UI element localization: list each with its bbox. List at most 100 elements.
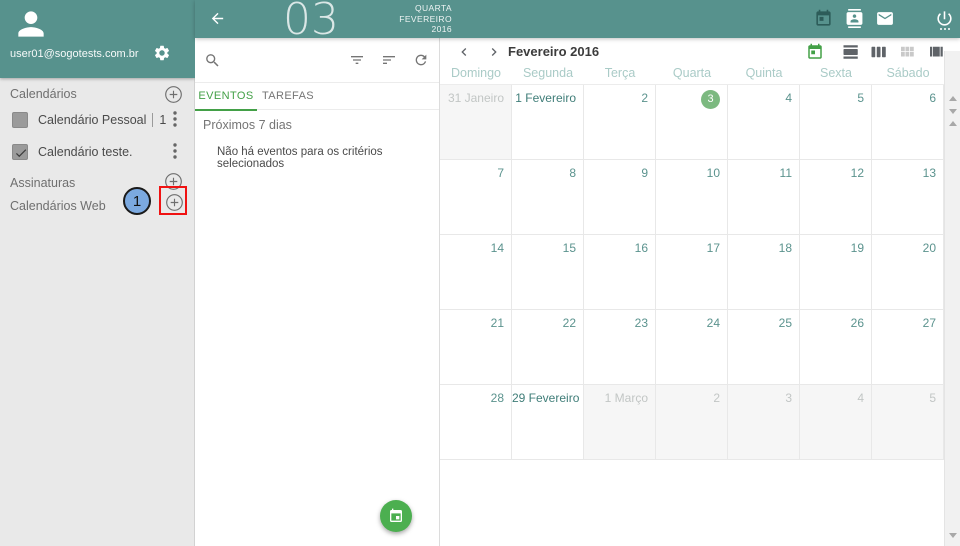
calendar-day-cell[interactable]: 13 xyxy=(872,160,944,235)
calendar-day-cell[interactable]: 5 xyxy=(800,85,872,160)
calendar-day-cell[interactable]: 3 xyxy=(728,385,800,460)
web-calendars-section-label: Calendários Web xyxy=(10,199,106,213)
mail-module-icon[interactable] xyxy=(875,9,895,33)
refresh-icon[interactable] xyxy=(413,52,429,73)
week-view-icon[interactable] xyxy=(870,43,888,66)
day-view-icon[interactable] xyxy=(842,43,860,66)
back-arrow-button[interactable] xyxy=(209,10,226,32)
calendar-day-cell[interactable]: 28 xyxy=(440,385,512,460)
calendar-day-cell[interactable]: 10 xyxy=(656,160,728,235)
scroll-down-icon[interactable] xyxy=(949,109,957,114)
date-label: 4 xyxy=(785,91,792,105)
calendar-month-panel: Fevereiro 2016 DomingoSegundaTerçaQuarta… xyxy=(440,38,960,546)
date-label: 10 xyxy=(707,166,720,180)
annotation-step-marker: 1 xyxy=(123,187,151,215)
weekday-header: Sexta xyxy=(800,66,872,84)
logout-power-icon[interactable] xyxy=(935,9,954,33)
calendar-day-cell[interactable]: 25 xyxy=(728,310,800,385)
calendar-day-cell[interactable]: 4 xyxy=(728,85,800,160)
calendar-scrollbar[interactable] xyxy=(944,51,960,546)
date-label: 1 Fevereiro xyxy=(515,91,576,105)
multicolumn-view-icon[interactable] xyxy=(927,43,945,66)
calendar-day-cell[interactable]: 3 xyxy=(656,85,728,160)
date-label: 19 xyxy=(851,241,864,255)
calendar-color-checkbox-checked[interactable] xyxy=(12,144,28,160)
calendar-day-cell[interactable]: 20 xyxy=(872,235,944,310)
settings-gear-icon[interactable] xyxy=(153,44,171,67)
contacts-module-icon[interactable] xyxy=(845,9,864,33)
calendar-day-cell[interactable]: 2 xyxy=(584,85,656,160)
calendar-list-item[interactable]: Calendário teste. xyxy=(0,142,195,172)
header-year: 2016 xyxy=(390,24,452,35)
today-view-icon[interactable] xyxy=(806,43,824,66)
calendar-day-cell[interactable]: 24 xyxy=(656,310,728,385)
tab-tarefas[interactable]: TAREFAS xyxy=(257,83,319,110)
web-calendars-section: Calendários Web xyxy=(0,196,195,218)
calendar-week-row: 78 9 10 111213 xyxy=(440,160,944,235)
calendar-day-cell[interactable]: 6 xyxy=(872,85,944,160)
annotation-step-number: 1 xyxy=(133,193,141,210)
date-label: 20 xyxy=(923,241,936,255)
sort-icon[interactable] xyxy=(381,52,397,73)
calendar-list-item[interactable]: Calendário Pessoal1 xyxy=(0,110,195,140)
calendar-day-cell[interactable]: 18 xyxy=(728,235,800,310)
calendar-day-cell[interactable]: 22 xyxy=(512,310,584,385)
date-label: 9 xyxy=(641,166,648,180)
calendar-day-cell[interactable]: 1 Fevereiro xyxy=(512,85,584,160)
list-subheader: Próximos 7 dias xyxy=(203,118,292,132)
add-web-calendar-button[interactable] xyxy=(165,193,184,217)
next-month-button[interactable] xyxy=(486,44,502,65)
calendar-day-cell[interactable]: 14 xyxy=(440,235,512,310)
previous-month-button[interactable] xyxy=(456,44,472,65)
calendar-day-cell[interactable]: 17 xyxy=(656,235,728,310)
weekday-header: Segunda xyxy=(512,66,584,84)
date-label: 24 xyxy=(707,316,720,330)
weekday-header: Terça xyxy=(584,66,656,84)
header-month: FEVEREIRO xyxy=(390,14,452,25)
calendar-day-cell[interactable]: 19 xyxy=(800,235,872,310)
tab-eventos[interactable]: EVENTOS xyxy=(195,83,257,110)
month-grid: 31 Janeiro1 Fevereiro2345678910111213141… xyxy=(440,84,944,460)
calendar-day-cell[interactable]: 1 Março xyxy=(584,385,656,460)
add-calendar-button[interactable] xyxy=(164,85,183,109)
date-label: 2 xyxy=(713,391,720,405)
calendar-day-cell[interactable]: 15 xyxy=(512,235,584,310)
scroll-up-icon[interactable] xyxy=(949,121,957,126)
filter-icon[interactable] xyxy=(349,52,365,73)
calendar-day-cell[interactable]: 2 xyxy=(656,385,728,460)
calendar-day-cell[interactable]: 12 xyxy=(800,160,872,235)
calendar-day-cell[interactable]: 9 xyxy=(584,160,656,235)
calendar-day-cell[interactable]: 29 Fevereiro xyxy=(512,385,584,460)
date-label: 21 xyxy=(491,316,504,330)
calendar-day-cell[interactable]: 5 xyxy=(872,385,944,460)
calendar-week-row: 1415161718 19 20 xyxy=(440,235,944,310)
calendar-day-cell[interactable]: 11 xyxy=(728,160,800,235)
account-email: user01@sogotests.com.br xyxy=(10,48,139,60)
calendar-day-cell[interactable]: 27 xyxy=(872,310,944,385)
date-label: 31 Janeiro xyxy=(448,91,504,105)
new-event-fab-button[interactable] xyxy=(380,500,412,532)
calendar-module-icon[interactable] xyxy=(814,9,833,33)
header-weekday: QUARTA xyxy=(390,3,452,14)
calendar-day-cell[interactable]: 4 xyxy=(800,385,872,460)
subscriptions-section: Assinaturas xyxy=(0,173,195,195)
calendar-day-cell[interactable]: 26 xyxy=(800,310,872,385)
calendar-day-cell[interactable]: 31 Janeiro xyxy=(440,85,512,160)
calendar-day-cell[interactable]: 7 xyxy=(440,160,512,235)
header-day-number: 03 xyxy=(283,0,339,45)
month-title: Fevereiro 2016 xyxy=(508,44,599,59)
calendar-options-menu-icon[interactable] xyxy=(168,111,182,129)
scroll-up-icon[interactable] xyxy=(949,96,957,101)
calendar-options-menu-icon[interactable] xyxy=(168,143,182,161)
search-icon[interactable] xyxy=(204,52,221,74)
scroll-down-icon[interactable] xyxy=(949,533,957,538)
calendar-color-checkbox[interactable] xyxy=(12,112,28,128)
calendar-day-cell[interactable]: 21 xyxy=(440,310,512,385)
date-label: 1 Março xyxy=(605,391,648,405)
calendar-day-cell[interactable]: 16 xyxy=(584,235,656,310)
calendar-day-cell[interactable]: 8 xyxy=(512,160,584,235)
calendar-day-cell[interactable]: 23 xyxy=(584,310,656,385)
weekday-header-row: DomingoSegundaTerçaQuartaQuintaSextaSába… xyxy=(440,66,944,84)
month-view-icon[interactable] xyxy=(898,43,916,66)
calendar-nav: Fevereiro 2016 xyxy=(440,38,960,66)
